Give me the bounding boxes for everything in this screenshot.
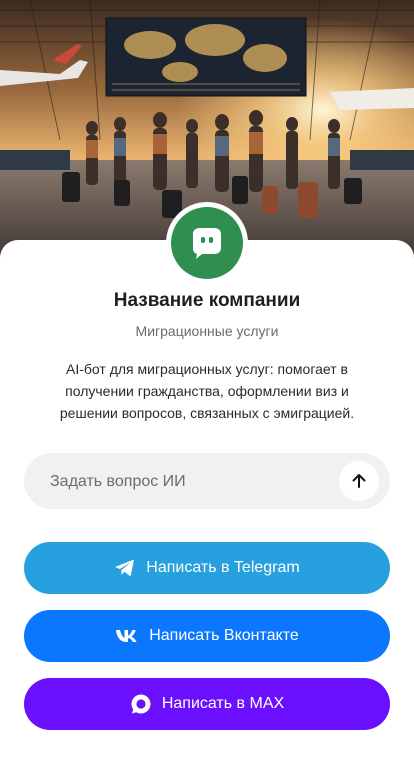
avatar xyxy=(171,207,243,279)
company-name: Название компании xyxy=(113,290,301,311)
vk-button-label: Написать Вконтакте xyxy=(149,627,299,644)
telegram-icon xyxy=(114,558,136,578)
company-subtitle: Миграционные услуги xyxy=(135,323,279,339)
max-button-label: Написать в MAX xyxy=(161,695,285,712)
telegram-button-label: Написать в Telegram xyxy=(146,559,300,576)
chat-bot-icon xyxy=(193,228,221,259)
max-icon xyxy=(130,693,152,715)
send-button[interactable] xyxy=(339,461,379,501)
company-description: AI-бот для миграционных услуг: помогает … xyxy=(59,361,355,421)
telegram-button[interactable]: Написать в Telegram xyxy=(24,542,390,594)
avatar-ring xyxy=(166,202,248,284)
arrow-up-icon xyxy=(352,474,366,488)
ask-ai-field xyxy=(24,453,390,511)
max-button[interactable]: Написать в MAX xyxy=(24,678,390,730)
ask-ai-input[interactable] xyxy=(48,453,352,511)
vk-icon xyxy=(115,629,139,643)
vk-button[interactable]: Написать Вконтакте xyxy=(24,610,390,662)
page: Название компании Миграционные услуги AI… xyxy=(0,0,414,770)
